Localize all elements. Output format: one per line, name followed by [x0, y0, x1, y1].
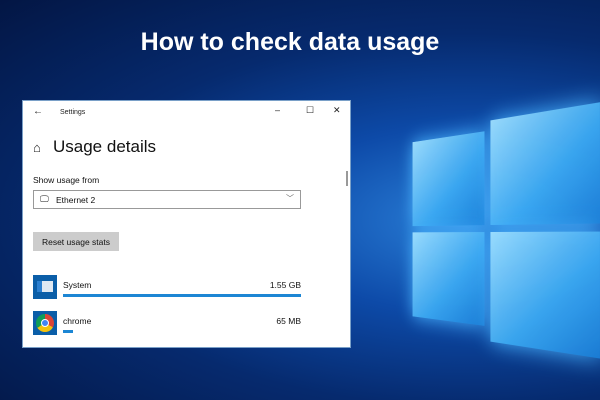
page-title: Usage details	[53, 137, 157, 156]
app-usage: 65 MB	[276, 316, 301, 326]
app-usage-item[interactable]: chrome 65 MB	[33, 311, 301, 337]
selected-network: Ethernet 2	[56, 195, 96, 205]
reset-usage-button[interactable]: Reset usage stats	[33, 232, 119, 251]
title-bar: ← Settings – ☐ ✕	[23, 101, 350, 125]
scrollbar[interactable]	[346, 171, 348, 186]
usage-bar	[63, 330, 73, 333]
minimize-button[interactable]: –	[275, 105, 280, 115]
home-icon[interactable]: ⌂	[33, 140, 41, 155]
monitor-icon: 🖵	[40, 194, 49, 204]
system-app-icon	[33, 275, 57, 299]
chevron-down-icon: ﹀	[286, 194, 294, 203]
settings-window: ← Settings – ☐ ✕ ⌂ Usage details Show us…	[22, 100, 351, 348]
usage-bar	[63, 294, 301, 297]
maximize-button[interactable]: ☐	[306, 105, 314, 116]
back-arrow-icon[interactable]: ←	[33, 106, 43, 117]
window-title: Settings	[60, 109, 86, 116]
app-usage-item[interactable]: System 1.55 GB	[33, 275, 301, 301]
app-usage: 1.55 GB	[269, 280, 301, 290]
show-usage-label: Show usage from	[33, 175, 100, 185]
headline: How to check data usage	[140, 28, 440, 56]
chrome-icon	[33, 311, 57, 335]
close-button[interactable]: ✕	[333, 105, 341, 116]
network-dropdown[interactable]: 🖵 Ethernet 2 ﹀	[33, 190, 301, 209]
app-name: System	[63, 280, 92, 290]
app-icon-partial	[33, 347, 57, 348]
windows-logo	[406, 89, 600, 381]
app-name: chrome	[63, 316, 92, 326]
